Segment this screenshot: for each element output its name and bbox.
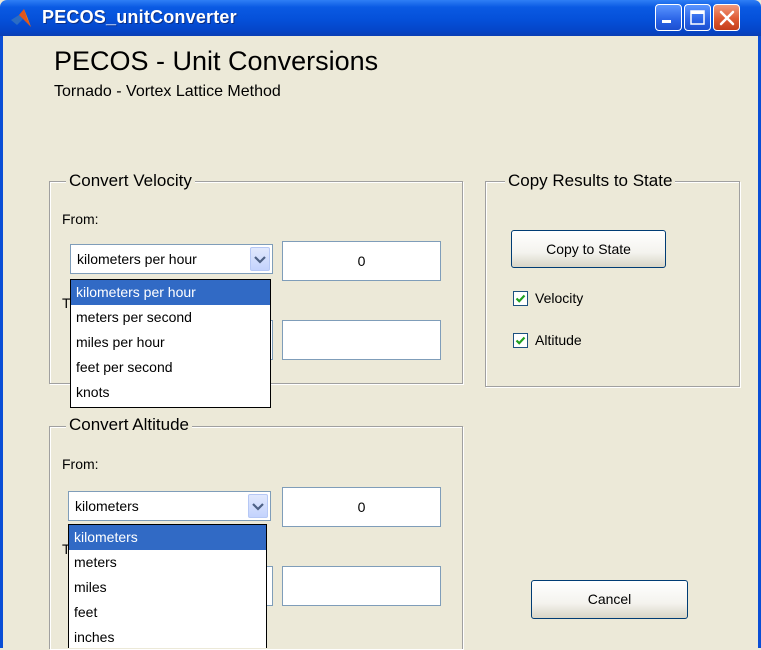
window-titlebar[interactable]: PECOS_unitConverter xyxy=(0,0,761,36)
check-icon xyxy=(515,336,526,345)
velocity-options-list[interactable]: kilometers per hour meters per second mi… xyxy=(70,279,271,408)
minimize-icon xyxy=(662,20,671,23)
minimize-button[interactable] xyxy=(655,4,682,31)
altitude-from-label: From: xyxy=(62,456,99,472)
list-item[interactable]: meters per second xyxy=(71,305,270,330)
altitude-checkbox-label[interactable]: Altitude xyxy=(535,332,582,348)
close-icon xyxy=(719,10,735,26)
velocity-group-title: Convert Velocity xyxy=(66,171,195,191)
check-icon xyxy=(515,294,526,303)
maximize-icon xyxy=(690,10,705,25)
altitude-from-selected: kilometers xyxy=(75,498,139,514)
copy-to-state-button[interactable]: Copy to State xyxy=(511,230,666,268)
page-title: PECOS - Unit Conversions xyxy=(54,46,379,76)
page-subtitle: Tornado - Vortex Lattice Method xyxy=(54,83,281,100)
copy-group xyxy=(485,181,740,387)
chevron-down-icon[interactable] xyxy=(248,494,268,518)
cancel-button[interactable]: Cancel xyxy=(531,580,688,619)
velocity-from-label: From: xyxy=(62,211,99,227)
list-item[interactable]: miles xyxy=(69,575,266,600)
list-item[interactable]: inches xyxy=(69,625,266,650)
list-item[interactable]: kilometers per hour xyxy=(71,280,270,305)
list-item[interactable]: feet per second xyxy=(71,355,270,380)
altitude-to-output xyxy=(282,566,441,606)
list-item[interactable]: knots xyxy=(71,380,270,405)
list-item[interactable]: meters xyxy=(69,550,266,575)
altitude-checkbox[interactable] xyxy=(513,333,528,348)
maximize-button[interactable] xyxy=(684,4,711,31)
velocity-from-dropdown[interactable]: kilometers per hour xyxy=(70,244,273,274)
velocity-checkbox[interactable] xyxy=(513,291,528,306)
velocity-to-output xyxy=(282,320,441,360)
altitude-from-dropdown[interactable]: kilometers xyxy=(68,491,271,521)
list-item[interactable]: kilometers xyxy=(69,525,266,550)
altitude-group-title: Convert Altitude xyxy=(66,415,193,435)
matlab-logo-icon xyxy=(11,9,31,27)
close-button[interactable] xyxy=(713,4,740,31)
altitude-options-list[interactable]: kilometers meters miles feet inches xyxy=(68,524,267,648)
altitude-from-input[interactable]: 0 xyxy=(282,487,441,527)
velocity-checkbox-label[interactable]: Velocity xyxy=(535,290,583,306)
window-title: PECOS_unitConverter xyxy=(42,7,237,27)
velocity-from-selected: kilometers per hour xyxy=(77,251,197,267)
velocity-from-input[interactable]: 0 xyxy=(282,241,441,281)
copy-group-title: Copy Results to State xyxy=(505,171,676,191)
list-item[interactable]: miles per hour xyxy=(71,330,270,355)
list-item[interactable]: feet xyxy=(69,600,266,625)
chevron-down-icon[interactable] xyxy=(250,247,270,271)
